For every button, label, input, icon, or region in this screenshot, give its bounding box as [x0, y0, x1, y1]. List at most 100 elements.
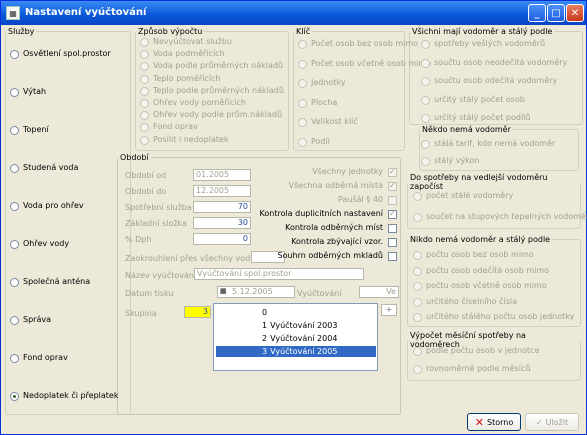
zpusob-label-7: Fond oprav: [153, 122, 198, 132]
kli-legend: Klíč: [296, 27, 311, 36]
dph-input[interactable]: 0: [193, 233, 251, 245]
kli-radio-4[interactable]: [298, 118, 307, 127]
vsechny-label-0: spotřeby vešlých vodoměrů: [434, 39, 546, 48]
title-bar: ▦ Nastavení vyúčtování _ □ ✕: [1, 1, 586, 25]
zpusob-radio-8[interactable]: [140, 135, 149, 145]
zpusob-radio-3[interactable]: [140, 74, 149, 84]
sluzby-radio-4[interactable]: [10, 202, 19, 211]
skupiny-dropdown-list[interactable]: 0 1 Vyúčtování 2003 2 Vyúčtování 2004 3 Vyúčto…: [213, 303, 378, 371]
save-button-label: Uložit: [545, 417, 569, 427]
sluzby-radio-5[interactable]: [10, 240, 19, 249]
datum-label: Datum tisku: [125, 289, 174, 298]
skupina-input[interactable]: 3: [184, 306, 211, 318]
vsechny-radio-3[interactable]: [421, 95, 430, 105]
skupina-item-num: 3: [262, 347, 268, 356]
skupina-list-item[interactable]: 1 Vyúčtování 2003: [216, 320, 337, 331]
sluzby-radio-2[interactable]: [10, 126, 19, 135]
obdobi-do-input[interactable]: 12.2005: [193, 185, 251, 197]
zpusob-label-8: Posílit i nedoplatek: [153, 134, 229, 144]
nikdo-radio-2[interactable]: [413, 282, 422, 291]
maximize-button[interactable]: □: [547, 4, 565, 22]
obdobi-do-label: Období do: [125, 187, 167, 196]
sluzby-radio-0[interactable]: [10, 50, 19, 59]
nekdo-radio-0[interactable]: [421, 140, 430, 149]
spotrebni-input[interactable]: 70: [193, 201, 251, 213]
zpusob-label-0: Nevyúčtovat službu: [153, 37, 232, 46]
check-label-pausal: Paušál § 40: [338, 195, 383, 204]
save-button[interactable]: ✓ Uložit: [525, 413, 579, 431]
vsechny-radio-1[interactable]: [421, 58, 430, 68]
check-label-souhrn: Souhrn odběrných mkladů: [277, 251, 383, 260]
vyuctovani-label: Vyúčtování: [297, 289, 342, 298]
sluzby-radio-8[interactable]: [10, 354, 19, 363]
skupina-list-item[interactable]: 3 Vyúčtování 2005: [216, 346, 376, 357]
vsechny-radio-0[interactable]: [421, 40, 430, 49]
sluzby-radio-1[interactable]: [10, 88, 19, 97]
nazev-input[interactable]: Vyúčtování spol.prostor: [194, 268, 364, 280]
vsechny-legend: Všichni mají vodoměr a stálý podle: [412, 27, 553, 36]
nekdo-radio-1[interactable]: [421, 157, 430, 166]
skupina-list-item[interactable]: 0: [216, 307, 270, 318]
kli-label-4: Velikost klíč: [311, 117, 358, 126]
vsechny-radio-4[interactable]: [421, 114, 430, 123]
nikdo-radio-0[interactable]: [413, 251, 422, 260]
skupina-item-label: Vyúčtování 2005: [270, 347, 338, 356]
checkbox-vsechny-jednotky[interactable]: [388, 167, 397, 177]
add-group-icon[interactable]: +: [381, 304, 397, 316]
close-window-button[interactable]: ✕: [566, 4, 584, 22]
minimize-button[interactable]: _: [528, 4, 546, 22]
skupina-list-item[interactable]: 2 Vyúčtování 2004: [216, 333, 337, 344]
datum-input[interactable]: 5.12.2005: [217, 286, 295, 298]
kli-label-1: Počet osob včetně osob mimo: [311, 58, 432, 68]
obdobi-od-input[interactable]: 01.2005: [193, 169, 251, 181]
nikdo-radio-4[interactable]: [413, 313, 422, 322]
nikdo-radio-1[interactable]: [413, 266, 422, 276]
mesicni-group: Výpočet měsíční spotřeby na vodoměrech: [407, 331, 581, 381]
sluzby-radio-6[interactable]: [10, 278, 19, 287]
sluzby-radio-9[interactable]: [10, 392, 19, 401]
zpusob-radio-4[interactable]: [140, 86, 149, 96]
vyuctovani-input[interactable]: Ve: [359, 286, 399, 298]
kli-label-3: Plocha: [311, 97, 338, 107]
nikdo-label-0: počtu osob bez osob mimo: [426, 250, 534, 259]
check-label-vsechny-jednotky: Všechny jednotky: [312, 167, 383, 176]
checkbox-kontrola-dupl[interactable]: [388, 209, 397, 219]
kli-radio-5[interactable]: [298, 137, 307, 147]
checkbox-vsechna-mista[interactable]: [388, 181, 397, 191]
cancel-button[interactable]: ✕ Storno: [467, 413, 521, 431]
sluzby-label-3: Studená voda: [23, 163, 79, 172]
checkbox-pausal[interactable]: [388, 196, 397, 205]
do-spotreby-legend: Do spotřeby na vedlejší vodoměru započís…: [410, 173, 548, 191]
skupina-item-num: 0: [262, 308, 268, 317]
check-label-kontrola-odber: Kontrola odběrných míst: [285, 223, 383, 232]
zpusob-radio-5[interactable]: [140, 99, 149, 108]
zakladni-input[interactable]: 30: [193, 217, 251, 229]
sluzby-radio-3[interactable]: [10, 164, 19, 173]
zpusob-legend: Způsob výpočtu: [138, 27, 203, 36]
checkbox-souhrn[interactable]: [388, 252, 397, 261]
zpusob-radio-0[interactable]: [140, 38, 149, 47]
sluzby-label-0: Osvětlení spol.prostor: [23, 49, 111, 58]
kli-radio-3[interactable]: [298, 98, 307, 108]
do-spotreby-radio-0[interactable]: [413, 192, 422, 201]
skupina-item-label: Vyúčtování 2004: [270, 334, 338, 343]
kli-radio-2[interactable]: [298, 79, 307, 88]
kli-radio-0[interactable]: [298, 40, 307, 49]
checkbox-kontrola-zbyt[interactable]: [388, 238, 397, 247]
sluzby-label-9: Nedoplatek či přeplatek: [23, 391, 119, 400]
nikdo-radio-3[interactable]: [413, 297, 422, 307]
nekdo-legend: Někdo nemá vodoměr: [422, 125, 511, 134]
mesicni-radio-1[interactable]: [413, 365, 422, 374]
mesicni-radio-0[interactable]: [413, 347, 422, 356]
do-spotreby-radio-1[interactable]: [413, 213, 422, 222]
checkbox-kontrola-odber[interactable]: [388, 224, 397, 233]
vsechny-radio-2[interactable]: [421, 77, 430, 86]
sluzby-radio-7[interactable]: [10, 316, 19, 325]
sluzby-legend: Služby: [8, 27, 35, 36]
calendar-icon[interactable]: ▦: [220, 287, 227, 295]
kli-radio-1[interactable]: [298, 59, 307, 69]
settings-window: ▦ Nastavení vyúčtování _ □ ✕ Služby Způs…: [0, 0, 587, 435]
vsechny-label-1: součtu osob neodečítá vodoměry: [434, 57, 568, 67]
kli-label-0: Počet osob bez osob mimo: [311, 39, 419, 48]
nekdo-label-1: stálý výkon: [434, 156, 480, 165]
